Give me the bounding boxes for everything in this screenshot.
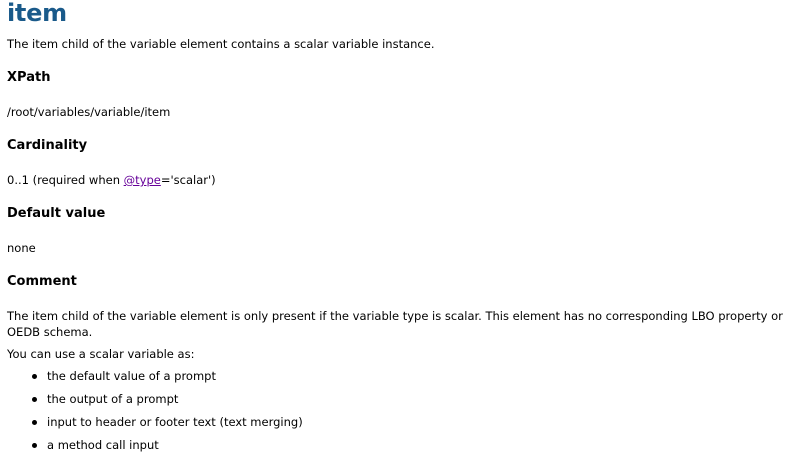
cardinality-text-before: 0..1 (required when [7, 173, 124, 187]
cardinality-value: 0..1 (required when @type='scalar') [7, 172, 216, 188]
page-title: item [7, 0, 67, 27]
comment-text: The item child of the variable element i… [7, 309, 783, 339]
bullet-icon [32, 420, 37, 425]
list-item-text: the default value of a prompt [47, 369, 216, 383]
cardinality-heading: Cardinality [7, 138, 88, 153]
list-item: the default value of a prompt [7, 368, 303, 391]
usage-list: the default value of a prompt the output… [7, 368, 303, 460]
intro-text: The item child of the variable element c… [7, 37, 435, 51]
list-item-text: the output of a prompt [47, 392, 179, 406]
bullet-icon [32, 443, 37, 448]
list-item-text: input to header or footer text (text mer… [47, 415, 303, 429]
cardinality-text-after: ='scalar') [160, 173, 216, 187]
bullet-icon [32, 397, 37, 402]
list-item: the output of a prompt [7, 391, 303, 414]
bullet-icon [32, 374, 37, 379]
list-item: input to header or footer text (text mer… [7, 414, 303, 437]
type-attribute-link[interactable]: @type [124, 173, 161, 187]
xpath-heading: XPath [7, 70, 51, 85]
default-value-heading: Default value [7, 206, 106, 221]
default-value-text: none [7, 241, 36, 255]
usage-intro-text: You can use a scalar variable as: [7, 347, 195, 361]
list-item: a method call input [7, 437, 303, 460]
comment-heading: Comment [7, 274, 77, 289]
list-item-text: a method call input [47, 438, 159, 452]
xpath-value: /root/variables/variable/item [7, 105, 171, 119]
